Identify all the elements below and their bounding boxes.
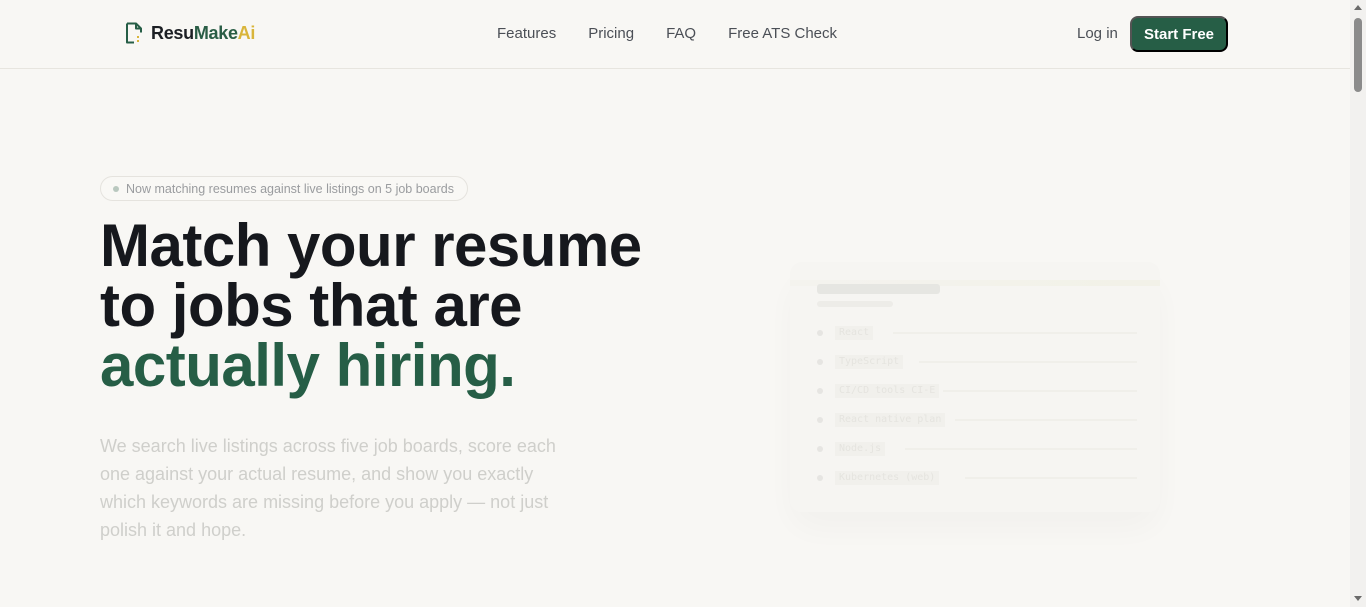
bullet-dot-icon: [817, 359, 823, 365]
preview-line-placeholder: [919, 361, 1137, 363]
page-scrollbar[interactable]: [1350, 0, 1366, 607]
nav-faq[interactable]: FAQ: [666, 25, 696, 42]
preview-title-placeholder: [817, 284, 940, 294]
preview-keyword-row: Node.js: [817, 442, 1137, 456]
preview-keyword-row: React native plan: [817, 413, 1137, 427]
preview-keyword-tag: React: [835, 326, 874, 340]
nav-features[interactable]: Features: [497, 25, 556, 42]
preview-keyword-row: TypeScript: [817, 355, 1137, 369]
preview-line-placeholder: [955, 419, 1137, 421]
brand-name: ResuMakeAi: [151, 22, 256, 43]
preview-keyword-tag: CI/CD tools CI-E: [835, 384, 940, 398]
preview-keyword-tag: Node.js: [835, 442, 886, 456]
preview-keyword-row: React: [817, 326, 1137, 340]
hero-description: We search live listings across five job …: [100, 436, 556, 540]
bullet-dot-icon: [817, 388, 823, 394]
resume-preview-card: React TypeScript CI/CD tools CI-E React nat…: [790, 262, 1160, 512]
hero-headline: Match your resume to jobs that are actua…: [100, 216, 740, 396]
headline-line-2: to jobs that are: [100, 272, 523, 339]
bullet-dot-icon: [817, 446, 823, 452]
brand-logo[interactable]: ResuMakeAi: [125, 22, 255, 44]
scrollbar-thumb[interactable]: [1354, 18, 1362, 92]
headline-accent: actually hiring.: [100, 332, 516, 399]
announcement-badge: Now matching resumes against live listin…: [100, 176, 468, 201]
preview-keyword-tag: React native plan: [835, 413, 946, 427]
scroll-down-arrow-icon[interactable]: [1354, 596, 1362, 601]
preview-keyword-row: CI/CD tools CI-E: [817, 384, 1137, 398]
main-nav: Features Pricing FAQ Free ATS Check: [497, 25, 837, 42]
preview-line-placeholder: [943, 390, 1137, 392]
login-link[interactable]: Log in: [1077, 25, 1118, 42]
preview-keyword-tag: TypeScript: [835, 355, 904, 369]
start-free-button[interactable]: Start Free: [1130, 16, 1228, 52]
top-navbar: ResuMakeAi Features Pricing FAQ Free ATS…: [0, 0, 1350, 69]
preview-keyword-tag: Kubernetes (web): [835, 471, 940, 485]
preview-subtitle-placeholder: [817, 301, 893, 307]
scroll-up-arrow-icon[interactable]: [1354, 5, 1362, 10]
bullet-dot-icon: [817, 475, 823, 481]
preview-line-placeholder: [965, 477, 1137, 479]
bullet-dot-icon: [817, 330, 823, 336]
nav-pricing[interactable]: Pricing: [588, 25, 634, 42]
preview-line-placeholder: [893, 332, 1137, 334]
document-logo-icon: [126, 22, 142, 44]
preview-keyword-row: Kubernetes (web): [817, 471, 1137, 485]
status-dot-icon: [113, 186, 119, 192]
preview-line-placeholder: [905, 448, 1137, 450]
bullet-dot-icon: [817, 417, 823, 423]
nav-free-ats-check[interactable]: Free ATS Check: [728, 25, 837, 42]
badge-text: Now matching resumes against live listin…: [126, 181, 454, 196]
headline-line-1: Match your resume: [100, 212, 642, 279]
